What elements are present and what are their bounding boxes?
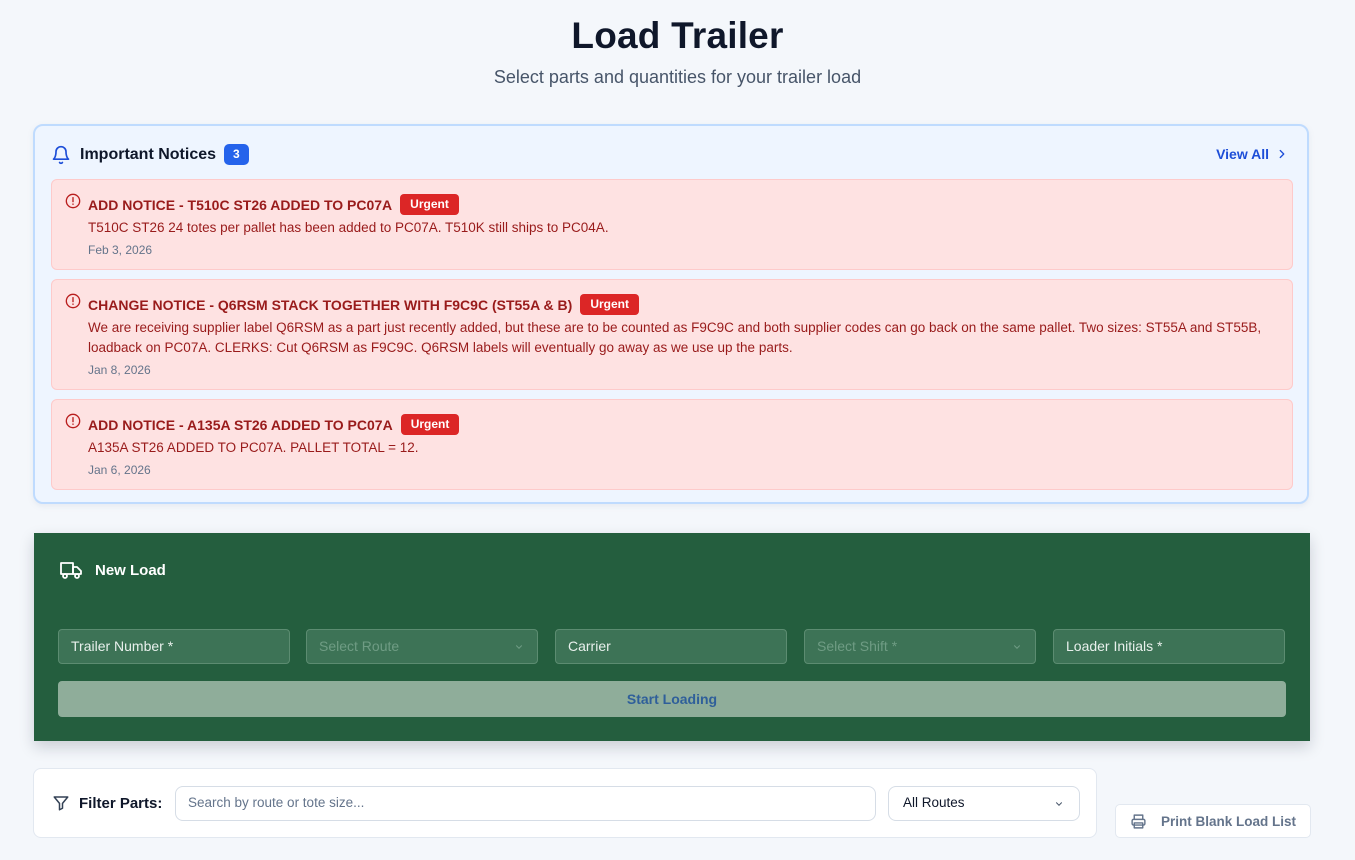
urgent-badge: Urgent [400,194,459,215]
filter-icon [53,796,69,811]
routes-select[interactable]: All Routes [888,786,1080,821]
notices-header: Important Notices 3 [51,144,249,165]
new-load-header: New Load [59,560,166,580]
printer-icon [1131,813,1146,829]
chevron-down-icon [1056,802,1062,806]
alert-circle-icon [65,193,81,209]
shift-select-placeholder: Select Shift * [817,638,898,654]
chevron-down-icon [516,645,522,649]
notice-item[interactable]: ADD NOTICE - T510C ST26 ADDED TO PC07A U… [51,179,1293,270]
notice-date: Jan 6, 2026 [88,463,151,477]
bell-icon [52,145,70,164]
urgent-badge: Urgent [400,414,460,435]
alert-circle-icon [65,293,81,309]
shift-select[interactable]: Select Shift * [804,629,1036,664]
notices-title: Important Notices [80,145,217,163]
page-title: Load Trailer [571,15,784,56]
notice-body: We are receiving supplier label Q6RSM as… [88,320,1262,355]
view-all-link[interactable]: View All [1216,146,1289,162]
alert-circle-icon [65,413,81,429]
chevron-right-icon [1279,149,1285,159]
urgent-badge: Urgent [580,294,639,315]
print-blank-load-list-button[interactable]: Print Blank Load List [1115,804,1311,838]
route-select[interactable]: Select Route [306,629,538,664]
notice-item[interactable]: CHANGE NOTICE - Q6RSM STACK TOGETHER WIT… [51,279,1293,390]
truck-icon [60,562,82,579]
chevron-down-icon [1014,645,1020,649]
notice-title: ADD NOTICE - T510C ST26 ADDED TO PC07A [88,196,393,213]
notice-title-row: ADD NOTICE - T510C ST26 ADDED TO PC07A U… [88,194,459,215]
start-loading-button[interactable]: Start Loading [58,681,1286,717]
routes-select-value: All Routes [903,795,965,810]
filter-bar: Filter Parts: Search by route or tote si… [33,768,1097,838]
notice-date: Jan 8, 2026 [88,363,151,377]
loader-initials-input[interactable]: Loader Initials * [1053,629,1285,664]
filter-label-group: Filter Parts: [52,794,162,812]
notices-panel: Important Notices 3 View All ADD NOTICE … [33,124,1309,504]
new-load-panel: New Load Trailer Number * Select Route C… [34,533,1310,741]
notice-body: A135A ST26 ADDED TO PC07A. PALLET TOTAL … [88,440,419,455]
notice-title: ADD NOTICE - A135A ST26 ADDED TO PC07A [88,416,393,433]
new-load-title: New Load [95,561,166,579]
notice-title-row: CHANGE NOTICE - Q6RSM STACK TOGETHER WIT… [88,294,639,315]
route-select-placeholder: Select Route [319,638,400,654]
search-input[interactable]: Search by route or tote size... [175,786,876,821]
notice-date: Feb 3, 2026 [88,243,153,257]
trailer-number-input[interactable]: Trailer Number * [58,629,290,664]
filter-label: Filter Parts: [79,794,163,812]
carrier-input[interactable]: Carrier [555,629,787,664]
notice-body: T510C ST26 24 totes per pallet has been … [88,220,609,235]
notice-title: CHANGE NOTICE - Q6RSM STACK TOGETHER WIT… [88,296,573,313]
notice-title-row: ADD NOTICE - A135A ST26 ADDED TO PC07A U… [88,414,460,435]
page-subtitle: Select parts and quantities for your tra… [493,67,862,87]
notices-count-badge: 3 [224,144,249,165]
view-all-label: View All [1216,146,1269,162]
notice-item[interactable]: ADD NOTICE - A135A ST26 ADDED TO PC07A U… [51,399,1293,490]
print-button-label: Print Blank Load List [1160,813,1296,829]
